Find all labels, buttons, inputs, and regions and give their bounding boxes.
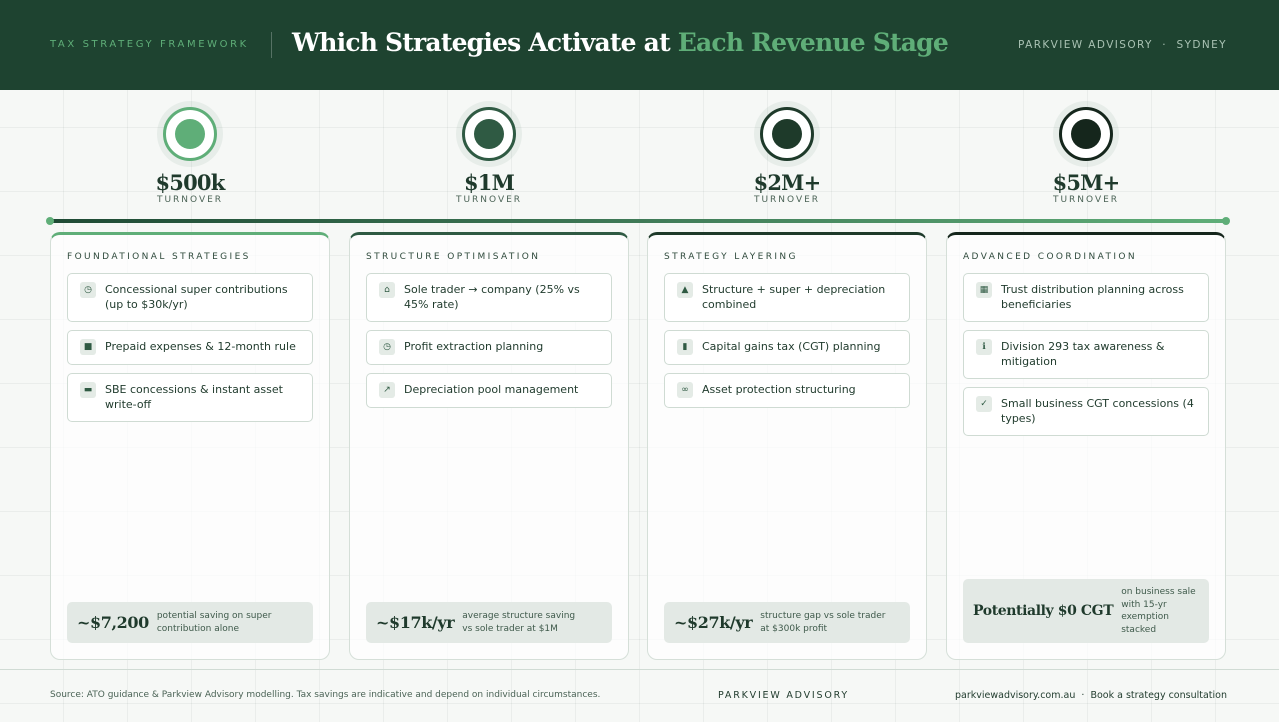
saving-value: ~$27k/yr <box>674 613 753 632</box>
briefcase-icon: ■ <box>80 339 96 355</box>
stage-5m: $5M+ TURNOVER <box>1006 107 1166 206</box>
stage-500k: $500k TURNOVER <box>110 107 270 206</box>
item-text: Depreciation pool management <box>404 383 579 396</box>
stage-node-dot <box>474 119 504 149</box>
item-text: Sole trader → company (25% vs 45% rate) <box>404 283 580 311</box>
card-icon: ▬ <box>80 382 96 398</box>
card-title: ADVANCED COORDINATION <box>963 252 1138 262</box>
stage-1m: $1M TURNOVER <box>409 107 569 206</box>
timeline-start-dot <box>46 217 54 225</box>
saving-note: potential saving on super contribution a… <box>156 611 272 634</box>
bar-chart-icon: ▮ <box>677 339 693 355</box>
stage-value: $2M+ <box>753 170 822 195</box>
stage-2m: $2M+ TURNOVER <box>707 107 867 206</box>
list-item: ▦ Trust distribution planning across ben… <box>963 273 1209 322</box>
list-item: ◷ Concessional super contributions (up t… <box>67 273 313 322</box>
card-title: FOUNDATIONAL STRATEGIES <box>67 252 251 262</box>
list-item: ▬ SBE concessions & instant asset write-… <box>67 373 313 422</box>
saving-note: on business sale with 15-yr exemption st… <box>1121 587 1196 635</box>
item-text: Profit extraction planning <box>404 340 544 353</box>
item-text: Asset protection structuring <box>702 383 856 396</box>
list-item: ℹ Division 293 tax awareness & mitigatio… <box>963 330 1209 379</box>
footer-divider <box>0 669 1279 670</box>
saving-note: average structure saving vs sole trader … <box>462 611 576 634</box>
item-text: SBE concessions & instant asset write-of… <box>105 383 283 411</box>
stage-node <box>163 107 217 161</box>
stage-label: TURNOVER <box>753 195 821 205</box>
saving-value: ~$7,200 <box>77 613 149 632</box>
saving-box: Potentially $0 CGT on business sale with… <box>963 579 1209 643</box>
list-item: ▲ Structure + super + depreciation combi… <box>664 273 910 322</box>
item-text: Structure + super + depreciation combine… <box>702 283 886 311</box>
saving-note: structure gap vs sole trader at $300k pr… <box>760 611 886 634</box>
card-advanced-coordination: ADVANCED COORDINATION ▦ Trust distributi… <box>946 232 1226 660</box>
item-text: Small business CGT concessions (4 types) <box>1001 397 1194 425</box>
check-icon: ✓ <box>976 396 992 412</box>
page-title: Which Strategies Activate at Each Revenu… <box>292 28 949 57</box>
stage-node <box>1059 107 1113 161</box>
list-item: ■ Prepaid expenses & 12-month rule <box>67 330 313 365</box>
triangle-icon: ▲ <box>677 282 693 298</box>
list-item: ▮ Capital gains tax (CGT) planning <box>664 330 910 365</box>
list-item: ↗ Depreciation pool management <box>366 373 612 408</box>
stage-label: TURNOVER <box>1052 195 1120 205</box>
timeline-end-dot <box>1222 217 1230 225</box>
card-title: STRATEGY LAYERING <box>664 252 798 262</box>
list-item: ◷ Profit extraction planning <box>366 330 612 365</box>
trend-icon: ↗ <box>379 382 395 398</box>
title-main: Which Strategies Activate at <box>292 28 678 57</box>
header-bar: TAX STRATEGY FRAMEWORK Which Strategies … <box>0 0 1279 90</box>
clock-icon: ◷ <box>379 339 395 355</box>
item-text: Concessional super contributions (up to … <box>105 283 288 311</box>
saving-value: Potentially $0 CGT <box>973 603 1114 619</box>
stage-label: TURNOVER <box>156 195 224 205</box>
grid-icon: ▦ <box>976 282 992 298</box>
card-foundational-strategies: FOUNDATIONAL STRATEGIES ◷ Concessional s… <box>50 232 330 660</box>
timeline-bar <box>50 219 1226 223</box>
item-text: Prepaid expenses & 12-month rule <box>105 340 296 353</box>
footer-contact[interactable]: parkviewadvisory.com.au · Book a strateg… <box>955 690 1227 701</box>
link-icon: ∞ <box>677 382 693 398</box>
stage-node <box>760 107 814 161</box>
saving-box: ~$7,200 potential saving on super contri… <box>67 602 313 643</box>
stage-node-dot <box>1071 119 1101 149</box>
title-accent: Each Revenue Stage <box>677 28 949 57</box>
list-item: ⌂ Sole trader → company (25% vs 45% rate… <box>366 273 612 322</box>
list-item: ✓ Small business CGT concessions (4 type… <box>963 387 1209 436</box>
list-item: ∞ Asset protection structuring <box>664 373 910 408</box>
stage-node <box>462 107 516 161</box>
home-icon: ⌂ <box>379 282 395 298</box>
eyebrow-label: TAX STRATEGY FRAMEWORK <box>50 39 249 50</box>
saving-value: ~$17k/yr <box>376 613 455 632</box>
clock-icon: ◷ <box>80 282 96 298</box>
card-title: STRUCTURE OPTIMISATION <box>366 252 541 262</box>
stage-node-dot <box>772 119 802 149</box>
header-divider <box>271 32 272 58</box>
stage-value: $1M <box>463 170 515 195</box>
item-text: Capital gains tax (CGT) planning <box>702 340 881 353</box>
stage-value: $500k <box>155 170 226 195</box>
item-text: Division 293 tax awareness & mitigation <box>1001 340 1165 368</box>
card-structure-optimisation: STRUCTURE OPTIMISATION ⌂ Sole trader → c… <box>349 232 629 660</box>
footer-brand: PARKVIEW ADVISORY <box>718 690 850 701</box>
stage-label: TURNOVER <box>455 195 523 205</box>
info-icon: ℹ <box>976 339 992 355</box>
saving-box: ~$27k/yr structure gap vs sole trader at… <box>664 602 910 643</box>
card-strategy-layering: STRATEGY LAYERING ▲ Structure + super + … <box>647 232 927 660</box>
saving-box: ~$17k/yr average structure saving vs sol… <box>366 602 612 643</box>
header-brand: PARKVIEW ADVISORY · SYDNEY <box>1018 39 1227 51</box>
stage-value: $5M+ <box>1052 170 1121 195</box>
stage-node-dot <box>175 119 205 149</box>
footer-source: Source: ATO guidance & Parkview Advisory… <box>50 690 601 700</box>
item-text: Trust distribution planning across benef… <box>1001 283 1184 311</box>
